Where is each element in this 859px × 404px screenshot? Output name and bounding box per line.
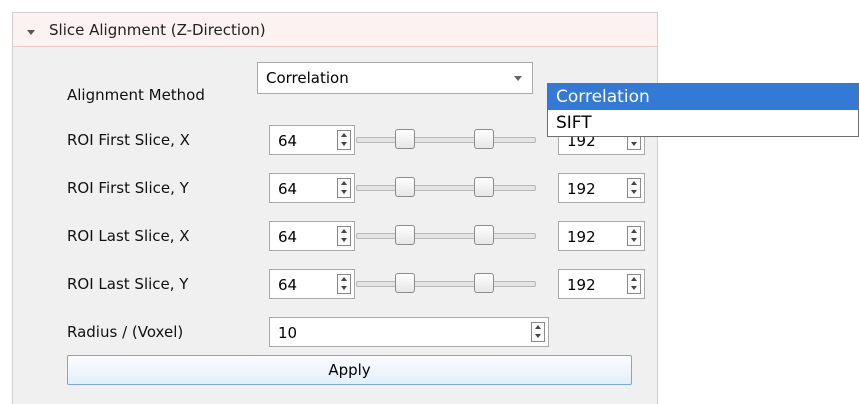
spinbox-value: 64 bbox=[278, 276, 298, 294]
roi-range-slider[interactable] bbox=[356, 272, 536, 296]
slider-handle-min[interactable] bbox=[394, 129, 415, 149]
section-header[interactable]: Slice Alignment (Z-Direction) bbox=[13, 13, 657, 47]
spinbox-value: 64 bbox=[278, 180, 298, 198]
alignment-method-dropdown: Correlation SIFT bbox=[547, 83, 859, 137]
spin-buttons-icon[interactable] bbox=[627, 274, 641, 294]
alignment-method-label: Alignment Method bbox=[67, 86, 205, 104]
spin-buttons-icon[interactable] bbox=[627, 178, 641, 198]
slider-handle-max[interactable] bbox=[473, 129, 494, 149]
roi-max-spinbox[interactable]: 192 bbox=[558, 221, 645, 251]
section-title: Slice Alignment (Z-Direction) bbox=[49, 21, 266, 39]
chevron-down-icon bbox=[514, 76, 522, 81]
roi-range-slider[interactable] bbox=[356, 128, 536, 152]
roi-min-spinbox[interactable]: 64 bbox=[269, 125, 355, 155]
spin-buttons-icon[interactable] bbox=[627, 226, 641, 246]
slider-groove bbox=[356, 233, 536, 239]
roi-min-spinbox[interactable]: 64 bbox=[269, 173, 355, 203]
spin-buttons-icon[interactable] bbox=[337, 130, 351, 150]
spinbox-value: 64 bbox=[278, 132, 298, 150]
slider-handle-min[interactable] bbox=[394, 177, 415, 197]
spin-buttons-icon[interactable] bbox=[337, 274, 351, 294]
spinbox-value: 192 bbox=[567, 180, 596, 198]
alignment-method-combo[interactable]: Correlation bbox=[257, 62, 533, 94]
radius-label: Radius / (Voxel) bbox=[67, 323, 184, 341]
roi-min-spinbox[interactable]: 64 bbox=[269, 269, 355, 299]
roi-range-slider[interactable] bbox=[356, 224, 536, 248]
slider-handle-max[interactable] bbox=[473, 177, 494, 197]
slider-groove bbox=[356, 281, 536, 287]
roi-min-spinbox[interactable]: 64 bbox=[269, 221, 355, 251]
roi-max-spinbox[interactable]: 192 bbox=[558, 269, 645, 299]
roi-label: ROI Last Slice, Y bbox=[67, 275, 189, 293]
alignment-method-value: Correlation bbox=[266, 69, 349, 87]
apply-button[interactable]: Apply bbox=[67, 355, 632, 385]
spin-buttons-icon[interactable] bbox=[337, 226, 351, 246]
slider-handle-min[interactable] bbox=[394, 273, 415, 293]
slider-handle-min[interactable] bbox=[394, 225, 415, 245]
radius-spinbox[interactable]: 10 bbox=[269, 317, 549, 347]
spinbox-value: 64 bbox=[278, 228, 298, 246]
slider-groove bbox=[356, 185, 536, 191]
roi-max-spinbox[interactable]: 192 bbox=[558, 173, 645, 203]
dropdown-option-correlation[interactable]: Correlation bbox=[548, 84, 858, 110]
slider-handle-max[interactable] bbox=[473, 225, 494, 245]
spin-buttons-icon[interactable] bbox=[337, 178, 351, 198]
slider-handle-max[interactable] bbox=[473, 273, 494, 293]
spinbox-value: 192 bbox=[567, 276, 596, 294]
roi-label: ROI First Slice, Y bbox=[67, 179, 189, 197]
spinbox-value: 192 bbox=[567, 228, 596, 246]
spin-buttons-icon[interactable] bbox=[531, 322, 545, 342]
roi-label: ROI First Slice, X bbox=[67, 131, 190, 149]
slider-groove bbox=[356, 137, 536, 143]
roi-label: ROI Last Slice, X bbox=[67, 227, 190, 245]
roi-range-slider[interactable] bbox=[356, 176, 536, 200]
collapse-arrow-icon[interactable] bbox=[27, 30, 35, 35]
dropdown-option-sift[interactable]: SIFT bbox=[548, 110, 858, 136]
spinbox-value: 10 bbox=[278, 324, 298, 342]
